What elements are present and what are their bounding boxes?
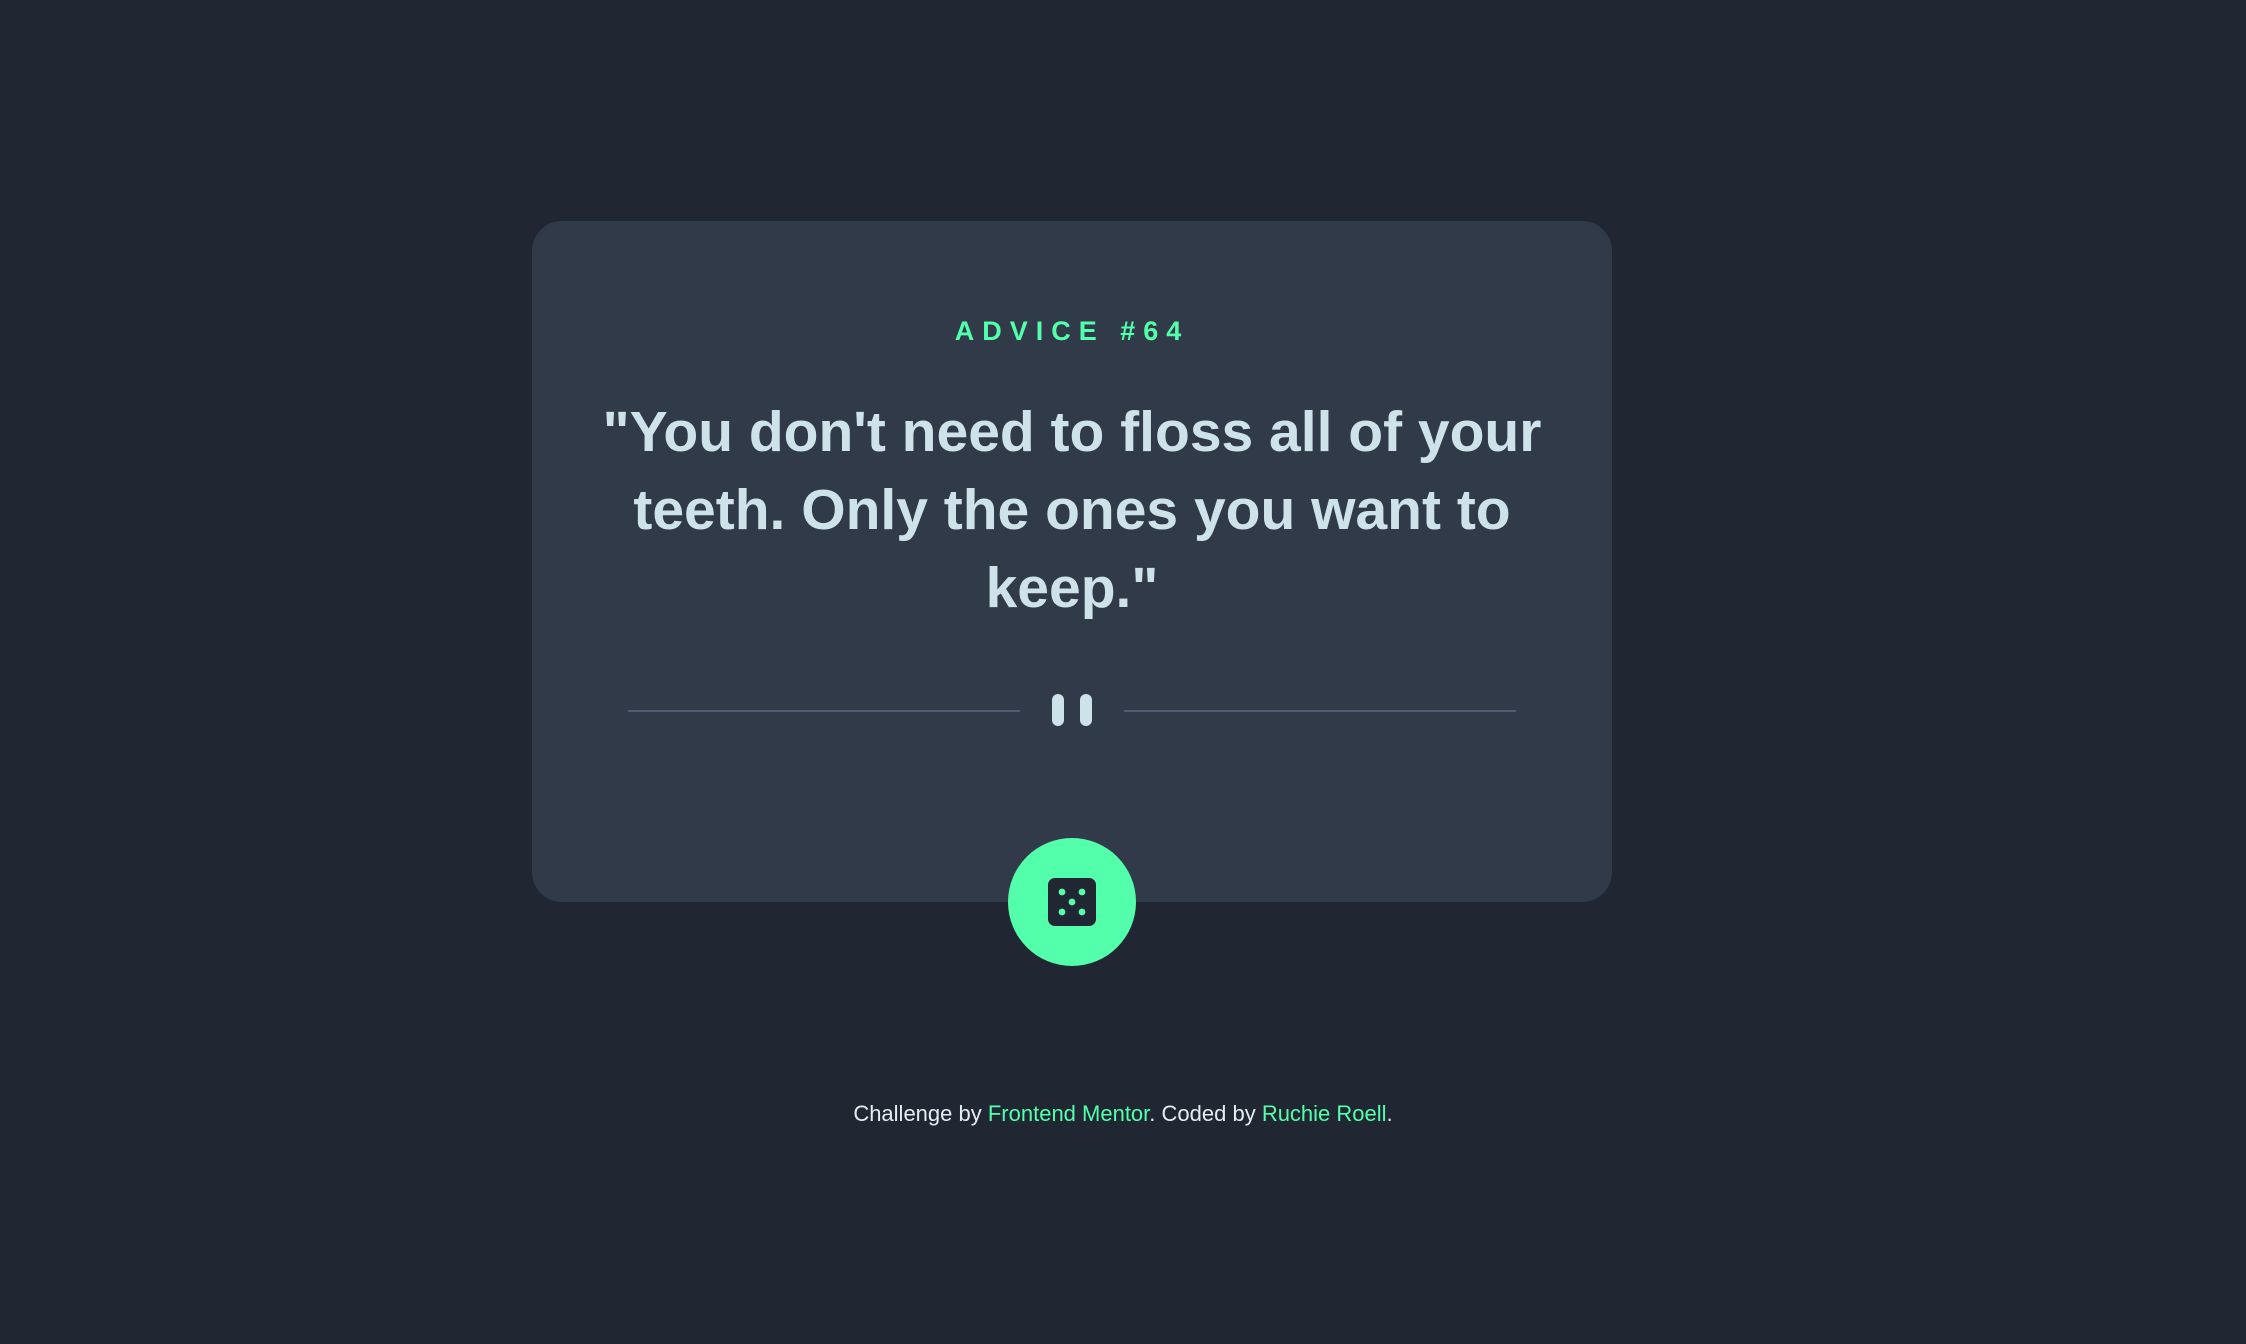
advice-id: ADVICE #64 [954,316,1190,346]
page: ADVICE #64 "You don't need to floss all … [0,0,2246,1344]
dice-icon [1048,878,1096,926]
footer-middle: . Coded by [1149,1101,1262,1126]
advice-quote: "You don't need to floss all of your tee… [602,400,1542,620]
divider-line-left [628,710,1020,712]
author-link[interactable]: Ruchie Roell [1262,1101,1387,1126]
attribution-footer: Challenge by Frontend Mentor. Coded by R… [0,1098,2246,1130]
pause-icon [1052,694,1092,726]
footer-suffix: . [1386,1101,1393,1126]
new-advice-button[interactable] [1008,838,1136,966]
pause-bar-right [1080,694,1092,726]
frontend-mentor-link[interactable]: Frontend Mentor [988,1101,1149,1126]
pattern-divider [628,690,1516,730]
pause-bar-left [1052,694,1064,726]
divider-line-right [1124,710,1516,712]
footer-prefix: Challenge by [853,1101,988,1126]
